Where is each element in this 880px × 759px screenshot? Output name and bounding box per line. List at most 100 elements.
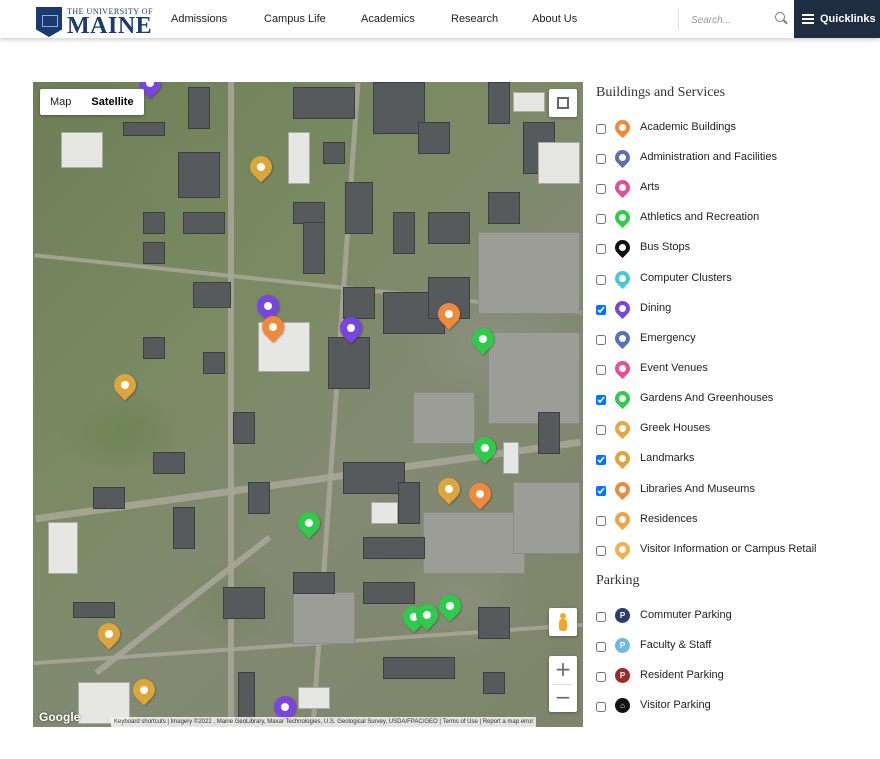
search-input[interactable] (689, 10, 773, 30)
legend-item-dining[interactable]: Dining (596, 297, 880, 324)
landmark-marker[interactable] (245, 151, 277, 183)
legend-label: Libraries And Museums (640, 483, 755, 495)
checkbox-commuter-parking[interactable] (596, 612, 606, 622)
search-icon[interactable] (775, 12, 785, 22)
map-building (393, 212, 415, 254)
landmark-marker[interactable] (433, 473, 465, 505)
checkbox-residences[interactable] (596, 516, 606, 526)
parking-icon: P (615, 608, 630, 623)
legend-item-landmarks[interactable]: Landmarks (596, 447, 880, 474)
campus-map[interactable]: Map Satellite + − Google Keyboard shortcu… (33, 82, 583, 727)
map-building (193, 282, 231, 308)
legend-item-administration[interactable]: Administration and Facilities (596, 146, 880, 173)
nav-academics[interactable]: Academics (361, 0, 415, 38)
checkbox-gardens[interactable] (596, 395, 606, 405)
checkbox-administration[interactable] (596, 154, 606, 164)
legend-item-emergency[interactable]: Emergency (596, 327, 880, 354)
landmark-icon (257, 163, 265, 171)
legend-item-commuter-parking[interactable]: P Commuter Parking (596, 607, 880, 631)
bus-icon (611, 236, 634, 259)
legend-item-event-venues[interactable]: Event Venues (596, 357, 880, 384)
checkbox-landmarks[interactable] (596, 455, 606, 465)
dining-icon (146, 82, 154, 87)
map-building (428, 212, 470, 244)
zoom-in-button[interactable]: + (549, 656, 577, 684)
checkbox-faculty-parking[interactable] (596, 642, 606, 652)
zoom-control: + − (549, 656, 577, 712)
quicklinks-label: Quicklinks (820, 13, 876, 25)
legend-label: Emergency (640, 332, 696, 344)
map-type-map-button[interactable]: Map (40, 89, 81, 115)
map-building (143, 212, 165, 234)
checkbox-bus-stops[interactable] (596, 244, 606, 254)
legend-label: Event Venues (640, 362, 708, 374)
leaf-icon (305, 519, 313, 527)
legend-item-athletics[interactable]: Athletics and Recreation (596, 206, 880, 233)
map-building (478, 607, 510, 639)
legend-item-visitor-info[interactable]: Visitor Information or Campus Retail (596, 538, 880, 565)
legend-item-computer-clusters[interactable]: Computer Clusters (596, 267, 880, 294)
map-building (173, 507, 195, 549)
parking-lot (478, 232, 580, 314)
checkbox-computer-clusters[interactable] (596, 275, 606, 285)
checkbox-event-venues[interactable] (596, 365, 606, 375)
zoom-out-button[interactable]: − (549, 684, 577, 712)
map-attribution[interactable]: Keyboard shortcuts | Imagery ©2022 , Mai… (111, 717, 537, 727)
map-building (223, 587, 265, 619)
landmark-icon (105, 630, 113, 638)
checkbox-arts[interactable] (596, 184, 606, 194)
legend-label: Gardens And Greenhouses (640, 392, 774, 404)
checkbox-dining[interactable] (596, 305, 606, 315)
legend-item-visitor-parking[interactable]: ⌂ Visitor Parking (596, 697, 880, 721)
nav-about-us[interactable]: About Us (532, 0, 577, 38)
legend-label: Dining (640, 302, 672, 314)
street-view-pegman-icon[interactable] (549, 608, 577, 636)
landmark-marker[interactable] (109, 369, 141, 401)
checkbox-academic[interactable] (596, 124, 606, 134)
checkbox-visitor-parking[interactable] (596, 702, 606, 712)
legend-item-academic[interactable]: Academic Buildings (596, 116, 880, 143)
legend-item-residences[interactable]: Residences (596, 508, 880, 535)
dining-icon (611, 297, 634, 320)
nav-admissions[interactable]: Admissions (171, 0, 227, 38)
library-marker[interactable] (464, 478, 496, 510)
garden-marker[interactable] (293, 507, 325, 539)
legend-item-gardens[interactable]: Gardens And Greenhouses (596, 387, 880, 414)
checkbox-resident-parking[interactable] (596, 672, 606, 682)
landmark-marker[interactable] (128, 674, 160, 706)
checkbox-athletics[interactable] (596, 214, 606, 224)
nav-research[interactable]: Research (451, 0, 498, 38)
computer-icon (611, 267, 634, 290)
map-building (343, 462, 405, 494)
map-building (288, 132, 310, 184)
checkbox-visitor-info[interactable] (596, 546, 606, 556)
legend-item-libraries[interactable]: Libraries And Museums (596, 478, 880, 505)
administration-icon (611, 146, 634, 169)
fullscreen-icon (562, 102, 569, 109)
map-building (483, 672, 505, 694)
landmark-marker[interactable] (93, 618, 125, 650)
legend-item-resident-parking[interactable]: P Resident Parking (596, 667, 880, 691)
legend-item-arts[interactable]: Arts (596, 176, 880, 203)
checkbox-libraries[interactable] (596, 486, 606, 496)
map-building (328, 337, 370, 389)
university-logo[interactable]: THE UNIVERSITY OF MAINE (34, 4, 152, 44)
map-building (503, 442, 519, 474)
legend-label: Resident Parking (640, 669, 724, 681)
athletics-icon (611, 206, 634, 229)
seal-icon (36, 7, 62, 37)
legend-item-bus-stops[interactable]: Bus Stops (596, 236, 880, 263)
quicklinks-button[interactable]: Quicklinks (794, 0, 880, 38)
garden-marker[interactable] (434, 590, 466, 622)
map-building (153, 452, 185, 474)
map-building (398, 482, 420, 524)
map-type-satellite-button[interactable]: Satellite (81, 89, 143, 115)
legend-item-greek-houses[interactable]: Greek Houses (596, 417, 880, 444)
nav-campus-life[interactable]: Campus Life (264, 0, 326, 38)
legend-item-faculty-parking[interactable]: P Faculty & Staff (596, 637, 880, 661)
fullscreen-button[interactable] (549, 89, 577, 117)
map-building (383, 657, 455, 679)
map-building (303, 222, 325, 274)
checkbox-emergency[interactable] (596, 335, 606, 345)
checkbox-greek-houses[interactable] (596, 425, 606, 435)
